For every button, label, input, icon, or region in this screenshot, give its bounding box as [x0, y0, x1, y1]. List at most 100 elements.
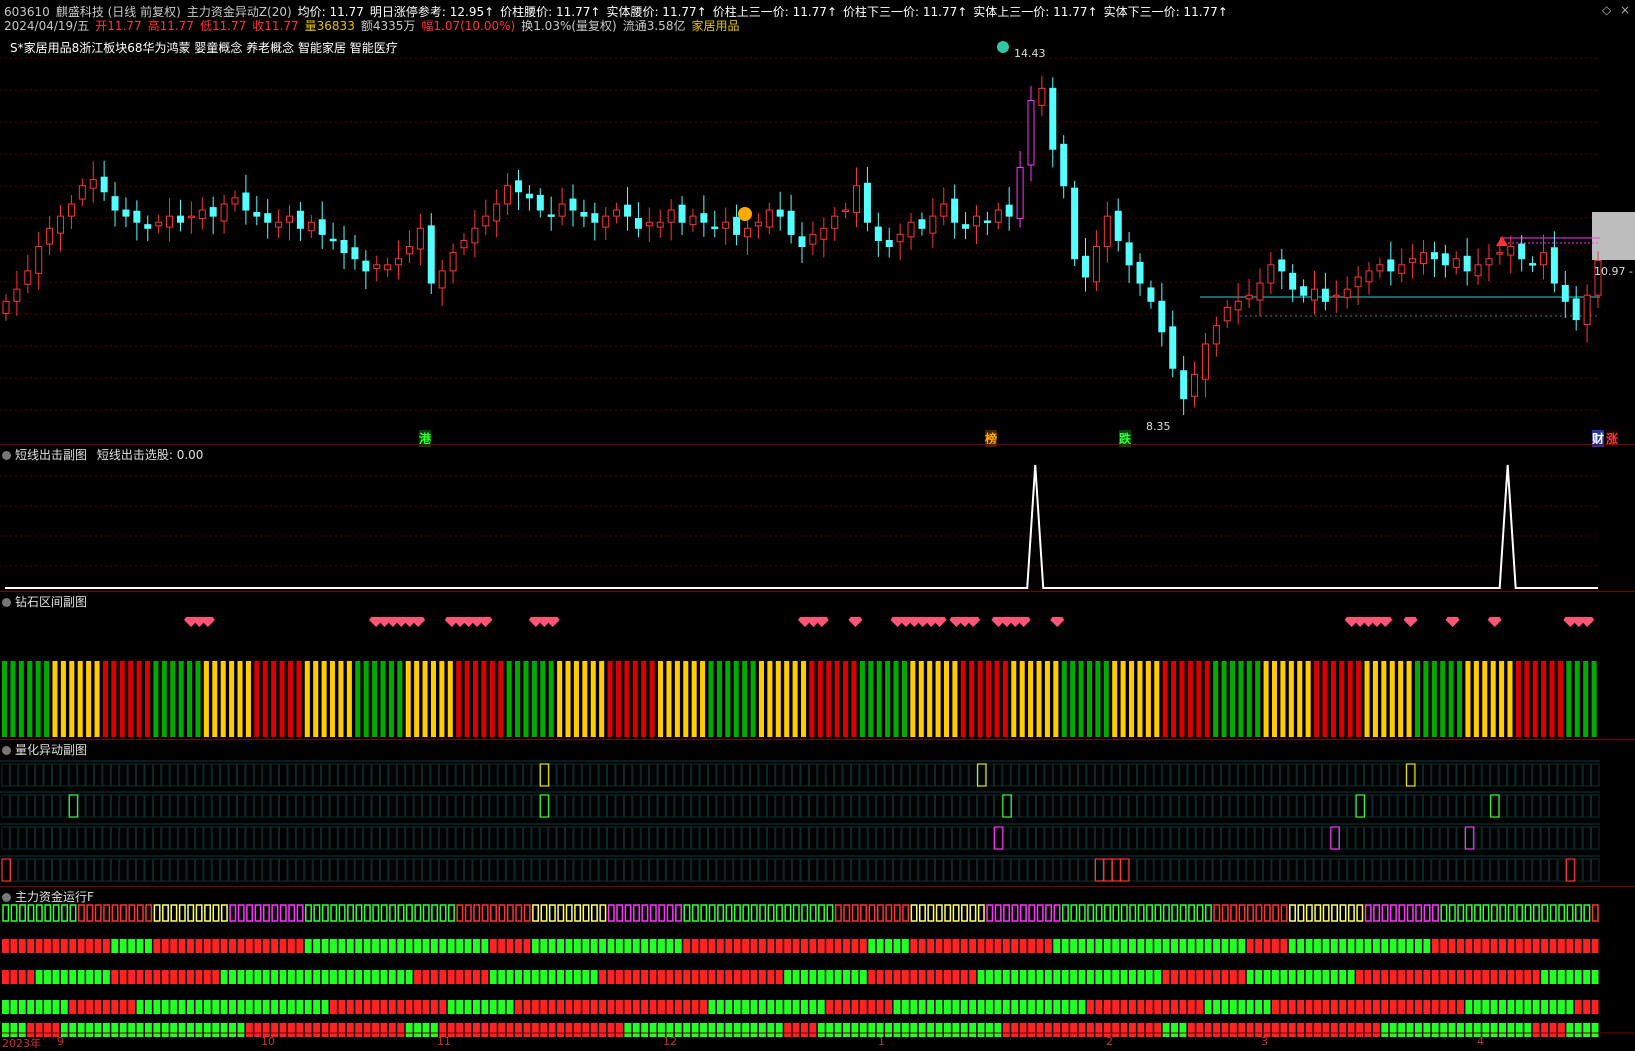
capital-block: [304, 939, 312, 953]
quant-cell: [1574, 794, 1583, 818]
candle-body: [1169, 326, 1177, 369]
x-axis-label: 9: [57, 1035, 64, 1048]
panel-toggle-icon[interactable]: [2, 746, 11, 755]
quant-cell: [1481, 826, 1491, 850]
chart-stage[interactable]: 603610 麒盛科技 (日线 前复权) 主力资金异动Z(20) 均价: 11.77 明…: [0, 0, 1635, 1050]
candle-body: [1507, 246, 1515, 256]
panel-separator[interactable]: [0, 444, 1635, 445]
quant-cell: [1364, 763, 1373, 787]
quant-cell: [1431, 763, 1440, 787]
capital-block: [1591, 970, 1599, 984]
capital-block: [1372, 970, 1380, 984]
header-field: 幅1.07(10.00%): [421, 19, 516, 33]
quant-cell: [850, 794, 860, 818]
quant-cell: [1212, 858, 1222, 882]
quant-cell: [85, 763, 95, 787]
quant-cell: [556, 794, 566, 818]
quant-cell: [1313, 858, 1322, 882]
capital-block: [851, 939, 859, 953]
panel-title-capital[interactable]: 主力资金运行F: [2, 888, 94, 905]
capital-block: [1305, 970, 1313, 984]
capital-outline: [103, 904, 111, 922]
capital-block: [178, 970, 186, 984]
capital-outline: [1516, 904, 1524, 922]
candle-body: [1572, 298, 1580, 321]
quant-cell: [110, 826, 120, 850]
quant-cell: [590, 763, 599, 787]
candle-body: [678, 204, 686, 223]
quant-cell: [1540, 858, 1550, 882]
quant-cell: [26, 763, 36, 787]
quant-cell: [993, 794, 1003, 818]
quant-cell: [699, 763, 708, 787]
panel-separator[interactable]: [0, 886, 1635, 887]
capital-block: [111, 939, 119, 953]
quant-cell: [1111, 794, 1121, 818]
quant-cell: [1178, 858, 1188, 882]
capital-block: [321, 1023, 329, 1037]
quant-cell: [741, 794, 751, 818]
quant-cell: [1532, 826, 1541, 850]
panel-separator[interactable]: [0, 591, 1635, 592]
capital-block: [641, 970, 649, 984]
capital-block: [1499, 1000, 1506, 1014]
capital-block: [910, 1023, 918, 1037]
panel-toggle-icon[interactable]: [2, 893, 11, 902]
capital-block: [1482, 939, 1490, 953]
quant-cell: [1456, 763, 1465, 787]
panel-toggle-icon[interactable]: [2, 598, 11, 607]
low-price-label: 8.35: [1146, 420, 1171, 433]
capital-outline: [439, 904, 447, 922]
zone-bar: [1271, 661, 1278, 737]
quant-cell: [270, 794, 280, 818]
zone-bar: [885, 661, 891, 737]
zone-bar: [1372, 661, 1378, 737]
quant-cell: [1330, 794, 1339, 818]
quant-cell: [1305, 794, 1314, 818]
quant-cell: [1111, 826, 1121, 850]
capital-block: [1414, 939, 1422, 953]
quant-cell: [674, 763, 683, 787]
quant-cell: [68, 826, 78, 850]
quant-cell: [1498, 763, 1507, 787]
panel-title-short-attack[interactable]: 短线出击副图 短线出击选股: 0.00: [2, 446, 203, 463]
capital-block: [187, 970, 194, 984]
close-icon[interactable]: ×: [1620, 3, 1630, 17]
zone-bar: [380, 661, 386, 737]
panel-toggle-icon[interactable]: [2, 451, 11, 460]
candle-body: [1420, 252, 1428, 265]
candle-body: [220, 203, 228, 222]
capital-block: [750, 939, 758, 953]
capital-block: [422, 1000, 430, 1014]
quant-cell: [1263, 826, 1272, 850]
capital-outline: [1440, 904, 1448, 922]
capital-outline: [792, 904, 800, 922]
capital-block: [1280, 1000, 1288, 1014]
capital-block: [498, 939, 506, 953]
panel-separator[interactable]: [0, 739, 1635, 740]
quant-cell: [1498, 826, 1507, 850]
panel-title-diamond[interactable]: 钻石区间副图: [2, 593, 87, 610]
quant-cell: [1136, 763, 1146, 787]
capital-outline: [44, 904, 52, 922]
quant-cell: [346, 858, 355, 882]
quant-cell: [707, 826, 717, 850]
capital-block: [1196, 939, 1204, 953]
capital-outline: [969, 904, 977, 922]
capital-block: [1288, 939, 1296, 953]
restore-icon[interactable]: ◇: [1602, 3, 1611, 17]
chart-canvas[interactable]: [0, 0, 1635, 1050]
quant-cell: [1195, 794, 1205, 818]
capital-block: [136, 970, 144, 984]
capital-block: [775, 939, 783, 953]
capital-block: [321, 939, 329, 953]
zone-bar: [195, 661, 201, 737]
quant-cell: [220, 858, 229, 882]
quant-cell: [253, 763, 263, 787]
capital-block: [599, 1000, 607, 1014]
quant-cell: [1204, 763, 1213, 787]
header-field: 流通3.58亿: [622, 19, 686, 33]
quant-cell: [581, 826, 591, 850]
panel-title-quant[interactable]: 量化异动副图: [2, 741, 87, 758]
capital-block: [691, 1023, 699, 1037]
